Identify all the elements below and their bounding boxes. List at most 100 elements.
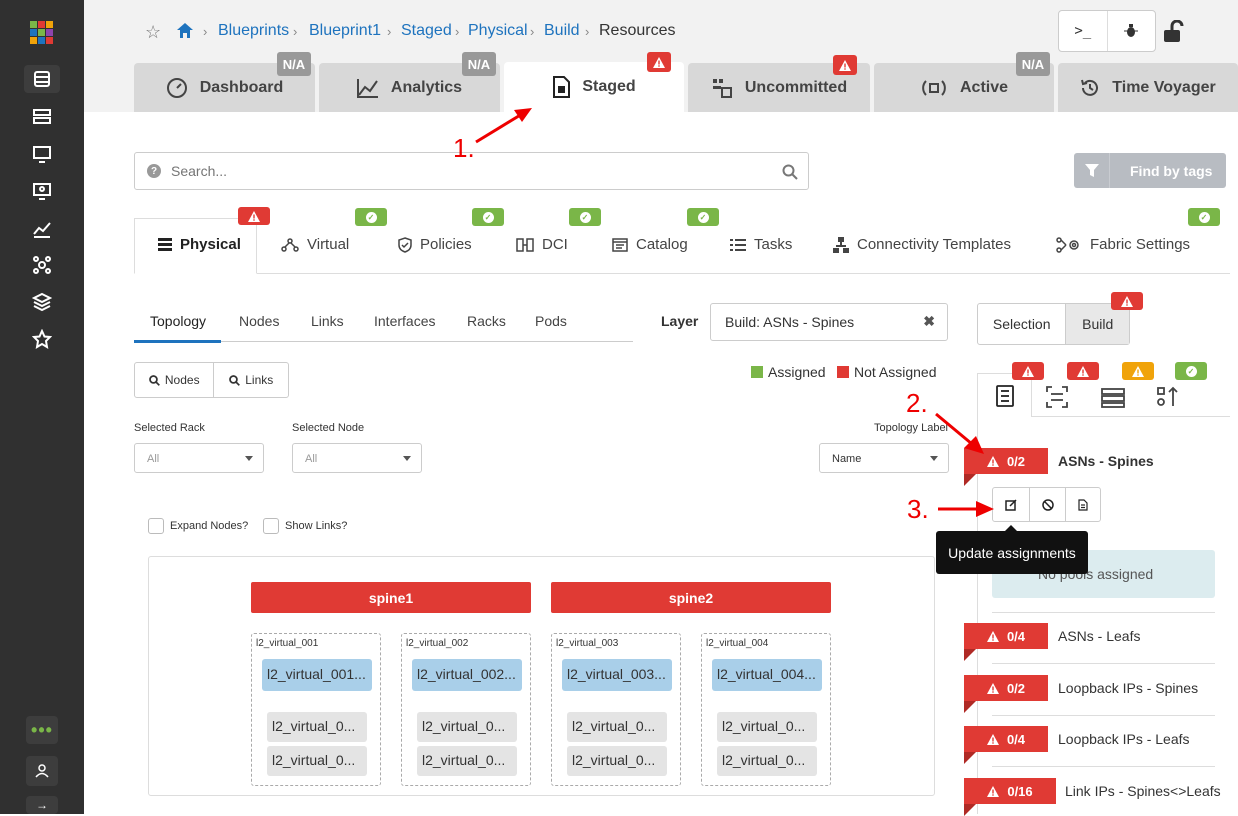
tab-tasks[interactable]: Tasks (730, 236, 792, 253)
tab-time-voyager[interactable]: Time Voyager (1058, 63, 1238, 112)
breadcrumb-blueprint1[interactable]: Blueprint1 (309, 22, 381, 40)
warning-icon (987, 785, 1000, 797)
build-tab-devices[interactable] (1101, 388, 1125, 413)
subtab-racks[interactable]: Racks (467, 313, 506, 329)
clear-icon[interactable]: ✖ (923, 313, 935, 330)
show-links-checkbox[interactable]: Show Links? (263, 518, 347, 534)
unlock-icon[interactable] (1162, 19, 1186, 49)
external-systems-icon[interactable] (24, 251, 60, 279)
subtab-topology[interactable]: Topology (150, 313, 206, 329)
clear-assignments-button[interactable] (1030, 488, 1066, 521)
resources-icon[interactable] (24, 177, 60, 205)
generic-node[interactable]: l2_virtual_0... (567, 746, 667, 776)
favorites-icon[interactable] (24, 325, 60, 353)
resource-group-label[interactable]: ASNs - Leafs (1058, 628, 1140, 644)
generic-node[interactable]: l2_virtual_0... (567, 712, 667, 742)
design-icon[interactable] (24, 140, 60, 168)
spine-node[interactable]: spine2 (551, 582, 831, 613)
blueprints-icon[interactable] (24, 65, 60, 93)
resource-group-label[interactable]: ASNs - Spines (1058, 453, 1154, 469)
generic-node[interactable]: l2_virtual_0... (267, 712, 367, 742)
details-button[interactable] (1066, 488, 1100, 521)
generic-node[interactable]: l2_virtual_0... (417, 712, 517, 742)
rack[interactable]: l2_virtual_003 l2_virtual_003... l2_virt… (551, 633, 681, 786)
tab-connectivity-templates[interactable]: Connectivity Templates (833, 236, 1011, 253)
rack[interactable]: l2_virtual_004 l2_virtual_004... l2_virt… (701, 633, 831, 786)
tab-fabric-settings[interactable]: Fabric Settings (1056, 236, 1190, 253)
build-tab-configlets[interactable] (1156, 386, 1180, 413)
subtab-active-underline (134, 340, 221, 343)
generic-node[interactable]: l2_virtual_0... (717, 746, 817, 776)
platform-icon[interactable] (24, 288, 60, 316)
tab-policies[interactable]: Policies (398, 236, 472, 253)
logout-icon[interactable]: → (26, 796, 58, 814)
subtab-interfaces[interactable]: Interfaces (374, 313, 435, 329)
app-logo[interactable] (30, 21, 54, 45)
favorite-star-icon[interactable]: ☆ (145, 22, 161, 43)
tool-buttons: >_ (1058, 10, 1156, 52)
subtab-pods[interactable]: Pods (535, 313, 567, 329)
annotation-arrow-2 (935, 412, 984, 454)
search-icon[interactable] (782, 164, 798, 180)
check-icon: ✓ (365, 211, 377, 223)
leaf-node[interactable]: l2_virtual_003... (562, 659, 672, 691)
node-select[interactable]: All (292, 443, 422, 473)
tab-virtual[interactable]: Virtual (281, 236, 349, 253)
topology-label-select[interactable]: Name (819, 443, 949, 473)
physical-warning-badge (238, 207, 270, 225)
bug-icon[interactable] (1108, 11, 1156, 51)
generic-node[interactable]: l2_virtual_0... (267, 746, 367, 776)
check-icon: ✓ (1185, 365, 1197, 377)
breadcrumb-build[interactable]: Build (544, 22, 580, 40)
spine-node[interactable]: spine1 (251, 582, 531, 613)
annotation-step-2: 2. (906, 388, 928, 418)
leaf-node[interactable]: l2_virtual_001... (262, 659, 372, 691)
divider (992, 663, 1215, 664)
dashboard-icon (166, 77, 187, 98)
rack[interactable]: l2_virtual_002 l2_virtual_002... l2_virt… (401, 633, 531, 786)
tab-catalog[interactable]: Catalog (612, 236, 688, 253)
nodes-toggle[interactable]: Nodes (135, 363, 215, 397)
breadcrumb-physical[interactable]: Physical (468, 22, 528, 40)
subtab-links[interactable]: Links (311, 313, 344, 329)
edit-assignments-button[interactable] (993, 488, 1030, 521)
layer-select[interactable]: Build: ASNs - Spines ✖ (710, 303, 948, 341)
leaf-node[interactable]: l2_virtual_002... (412, 659, 522, 691)
build-button[interactable]: Build (1066, 304, 1129, 344)
rack[interactable]: l2_virtual_001 l2_virtual_001... l2_virt… (251, 633, 381, 786)
generic-node[interactable]: l2_virtual_0... (717, 712, 817, 742)
home-icon[interactable] (176, 22, 194, 44)
chevron-down-icon (403, 456, 411, 461)
breadcrumb-blueprints[interactable]: Blueprints (218, 22, 289, 40)
find-by-tags-button[interactable]: Find by tags (1074, 153, 1226, 188)
build-tab-device-profiles[interactable] (1046, 386, 1068, 413)
selection-button[interactable]: Selection (978, 304, 1067, 344)
catalog-ok-badge: ✓ (687, 208, 719, 226)
warning-badge (647, 52, 671, 72)
analytics-icon[interactable] (24, 215, 60, 243)
resource-count: 0/2 (1006, 453, 1026, 469)
resource-group-label[interactable]: Loopback IPs - Spines (1058, 680, 1198, 696)
resource-group-label[interactable]: Link IPs - Spines<>Leafs (1065, 783, 1221, 799)
more-icon[interactable]: ••• (26, 716, 58, 744)
fabric-settings-icon (1056, 236, 1079, 253)
breadcrumb-staged[interactable]: Staged (401, 22, 452, 40)
expand-nodes-checkbox[interactable]: Expand Nodes? (148, 518, 248, 534)
search-input[interactable] (171, 161, 751, 181)
tab-label: Active (959, 78, 1009, 96)
generic-node[interactable]: l2_virtual_0... (417, 746, 517, 776)
rack-label: l2_virtual_002 (406, 638, 469, 649)
tab-label: Dashboard (199, 78, 284, 96)
terminal-icon[interactable]: >_ (1059, 11, 1108, 51)
tab-dci[interactable]: DCI (516, 236, 568, 253)
resource-group-label[interactable]: Loopback IPs - Leafs (1058, 731, 1190, 747)
resource-count: 0/16 (1007, 783, 1033, 799)
user-icon[interactable] (26, 756, 58, 786)
resource-count: 0/4 (1006, 628, 1026, 644)
devices-icon[interactable] (24, 103, 60, 131)
subtab-nodes[interactable]: Nodes (239, 313, 279, 329)
rack-select[interactable]: All (134, 443, 264, 473)
links-toggle[interactable]: Links (214, 363, 288, 397)
leaf-node[interactable]: l2_virtual_004... (712, 659, 822, 691)
tab-physical[interactable]: Physical (158, 236, 241, 253)
